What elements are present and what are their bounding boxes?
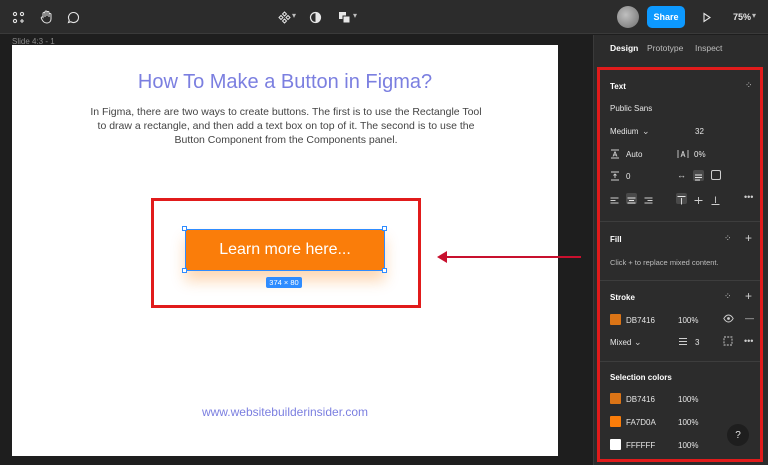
resize-handle[interactable] [182,268,187,273]
highlight-box [597,67,763,462]
dimension-label: 374 × 80 [266,277,302,288]
arrow-annotation [446,256,581,258]
avatar[interactable] [617,6,639,28]
component-tool-icon[interactable] [274,7,294,27]
chevron-down-icon[interactable]: ▾ [752,11,756,20]
boolean-icon[interactable] [335,7,355,27]
arrow-head-icon [437,251,447,263]
hand-icon[interactable] [36,7,56,27]
resize-handle[interactable] [182,226,187,231]
chevron-down-icon[interactable]: ▾ [292,11,296,20]
comment-icon[interactable] [63,7,83,27]
share-button[interactable]: Share [647,6,685,28]
slide-body-text[interactable]: In Figma, there are two ways to create b… [86,105,486,147]
tab-inspect[interactable]: Inspect [695,43,722,53]
help-button[interactable]: ? [727,424,749,446]
slide-title[interactable]: How To Make a Button in Figma? [12,71,558,94]
zoom-level[interactable]: 75% [733,12,751,22]
learn-more-button[interactable]: Learn more here... [185,229,385,271]
play-icon[interactable] [697,7,717,27]
resize-handle[interactable] [382,268,387,273]
toolbar: ▾ ▾ Share 75% ▾ [0,0,768,34]
contrast-icon[interactable] [305,7,325,27]
tab-prototype[interactable]: Prototype [647,43,683,53]
slide-url-text[interactable]: www.websitebuilderinsider.com [12,405,558,419]
chevron-down-icon[interactable]: ▾ [353,11,357,20]
components-icon[interactable] [8,7,28,27]
resize-handle[interactable] [382,226,387,231]
tab-design[interactable]: Design [610,43,638,53]
